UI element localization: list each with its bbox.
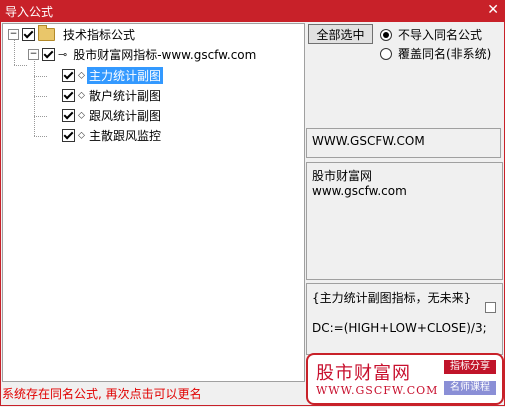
formula-tree[interactable]: − 技术指标公式 − ⊸ 股市财富网指标-www.gscfw.com ⬦ 主力统…: [2, 23, 305, 382]
radio-label: 不导入同名公式: [398, 28, 483, 42]
formula-title: {主力统计副图指标，无未来}: [312, 291, 472, 305]
tree-checkbox[interactable]: [22, 28, 35, 41]
collapse-icon[interactable]: −: [28, 49, 39, 60]
watermark-tag-course: 名师课程: [444, 381, 496, 395]
folder-icon: [38, 25, 55, 41]
tree-label: 跟风统计副图: [89, 109, 162, 123]
formula-code: DC:=(HIGH+LOW+CLOSE)/3;: [312, 321, 487, 335]
description-box[interactable]: 股市财富网 www.gscfw.com: [306, 162, 503, 280]
formula-icon: ⬦: [78, 90, 85, 101]
tree-item-monitor[interactable]: ⬦ 主散跟风监控: [62, 127, 163, 144]
window-title: 导入公式: [5, 5, 54, 19]
url-field: WWW.GSCFW.COM: [306, 128, 501, 158]
formula-preview[interactable]: {主力统计副图指标，无未来} DC:=(HIGH+LOW+CLOSE)/3;: [306, 283, 503, 355]
radio-overwrite[interactable]: 覆盖同名(非系统): [380, 45, 491, 62]
radio-button[interactable]: [380, 47, 392, 60]
formula-icon: ⬦: [78, 130, 85, 141]
tree-item-follow-stat[interactable]: ⬦ 跟风统计副图: [62, 107, 163, 124]
radio-button[interactable]: [380, 28, 392, 41]
tree-line: [14, 65, 27, 66]
tree-label: 技术指标公式: [63, 28, 136, 42]
key-icon: ⊸: [58, 48, 68, 61]
close-icon[interactable]: ✕: [487, 2, 499, 18]
description-line: www.gscfw.com: [312, 184, 407, 198]
tree-line: [34, 116, 47, 117]
watermark-url: WWW.GSCFW.COM: [316, 384, 439, 397]
tree-checkbox[interactable]: [62, 69, 75, 82]
tree-line: [34, 136, 47, 137]
radio-label: 覆盖同名(非系统): [398, 47, 492, 61]
tree-label: 主力统计副图: [87, 67, 164, 84]
status-message: 系统存在同名公式, 再次点击可以更名: [2, 387, 202, 401]
tree-node-group[interactable]: − ⊸ 股市财富网指标-www.gscfw.com: [28, 46, 258, 63]
tree-line: [34, 96, 47, 97]
url-text: WWW.GSCFW.COM: [312, 134, 425, 148]
formula-checkbox[interactable]: [485, 302, 496, 313]
radio-skip-duplicates[interactable]: 不导入同名公式: [380, 26, 482, 43]
tree-label: 主散跟风监控: [89, 129, 162, 143]
watermark-tag-share: 指标分享: [444, 360, 496, 374]
site-watermark: 股市财富网 WWW.GSCFW.COM 指标分享 名师课程: [306, 353, 504, 405]
tree-node-root[interactable]: − 技术指标公式: [8, 25, 137, 43]
description-line: 股市财富网: [312, 169, 373, 183]
select-all-button[interactable]: 全部选中: [308, 24, 373, 44]
formula-icon: ⬦: [78, 70, 85, 81]
tree-checkbox[interactable]: [62, 89, 75, 102]
formula-icon: ⬦: [78, 110, 85, 121]
tree-checkbox[interactable]: [62, 109, 75, 122]
tree-label: 散户统计副图: [89, 89, 162, 103]
title-bar: 导入公式 ✕: [0, 0, 505, 22]
tree-checkbox[interactable]: [62, 129, 75, 142]
watermark-name: 股市财富网: [316, 363, 411, 384]
tree-item-main-stat[interactable]: ⬦ 主力统计副图: [62, 67, 164, 84]
tree-checkbox[interactable]: [42, 48, 55, 61]
tree-line: [34, 76, 47, 77]
tree-item-retail-stat[interactable]: ⬦ 散户统计副图: [62, 87, 163, 104]
collapse-icon[interactable]: −: [8, 29, 19, 40]
tree-label: 股市财富网指标-www.gscfw.com: [73, 48, 257, 62]
